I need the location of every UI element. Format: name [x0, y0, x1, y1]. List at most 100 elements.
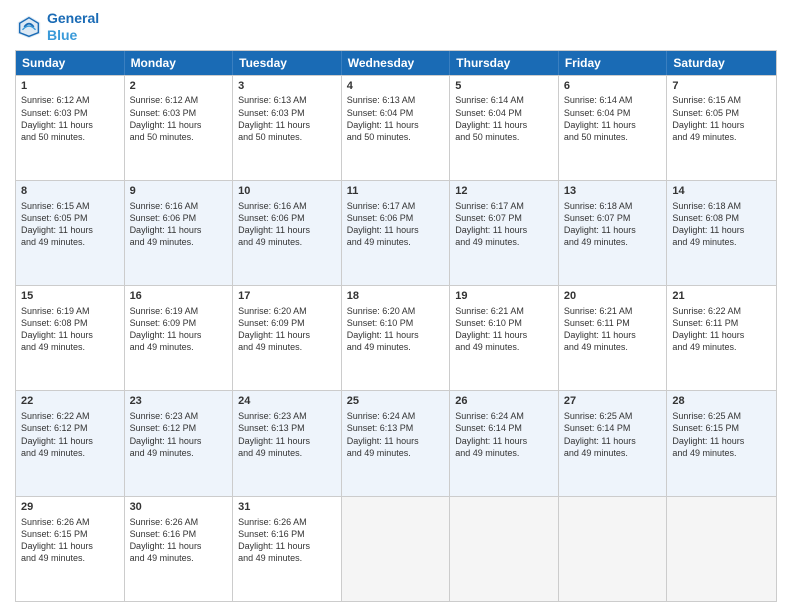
sunrise-label: Sunrise: 6:26 AM	[130, 517, 199, 527]
sunset-label: Sunset: 6:06 PM	[238, 213, 305, 223]
daylight-label: Daylight: 11 hours	[672, 330, 744, 340]
calendar-day-cell: 27Sunrise: 6:25 AMSunset: 6:14 PMDayligh…	[559, 391, 668, 495]
day-number: 5	[455, 79, 553, 94]
daylight-label: Daylight: 11 hours	[130, 120, 202, 130]
logo-icon	[15, 13, 43, 41]
daylight-label: Daylight: 11 hours	[347, 436, 419, 446]
day-number: 9	[130, 184, 228, 199]
sunrise-label: Sunrise: 6:22 AM	[672, 306, 741, 316]
calendar-day-cell: 6Sunrise: 6:14 AMSunset: 6:04 PMDaylight…	[559, 76, 668, 180]
calendar-day-cell: 3Sunrise: 6:13 AMSunset: 6:03 PMDaylight…	[233, 76, 342, 180]
sunrise-label: Sunrise: 6:25 AM	[672, 411, 741, 421]
sunrise-label: Sunrise: 6:16 AM	[130, 201, 199, 211]
page-header: GeneralBlue	[15, 10, 777, 44]
sunset-label: Sunset: 6:07 PM	[455, 213, 522, 223]
daylight-minutes: and 49 minutes.	[672, 342, 736, 352]
daylight-label: Daylight: 11 hours	[238, 120, 310, 130]
daylight-label: Daylight: 11 hours	[347, 225, 419, 235]
daylight-minutes: and 49 minutes.	[21, 448, 85, 458]
daylight-minutes: and 49 minutes.	[455, 237, 519, 247]
calendar-day-cell: 9 Sunrise: 6:16 AM Sunset: 6:06 PM Daylight…	[125, 181, 234, 285]
daylight-minutes: and 49 minutes.	[347, 237, 411, 247]
empty-cell	[667, 497, 776, 601]
calendar-week-row: 8Sunrise: 6:15 AMSunset: 6:05 PMDaylight…	[16, 180, 776, 285]
day-number: 8	[21, 184, 119, 199]
daylight-minutes: and 50 minutes.	[347, 132, 411, 142]
sunset-label: Sunset: 6:06 PM	[347, 213, 414, 223]
calendar-week-row: 22Sunrise: 6:22 AMSunset: 6:12 PMDayligh…	[16, 390, 776, 495]
day-number: 2	[130, 79, 228, 94]
calendar-day-cell: 5Sunrise: 6:14 AMSunset: 6:04 PMDaylight…	[450, 76, 559, 180]
sunrise-label: Sunrise: 6:26 AM	[238, 517, 307, 527]
sunset-label: Sunset: 6:06 PM	[130, 213, 197, 223]
day-number: 22	[21, 394, 119, 409]
day-of-week-header: Saturday	[667, 51, 776, 75]
daylight-label: Daylight: 11 hours	[564, 225, 636, 235]
daylight-label: Daylight: 11 hours	[455, 436, 527, 446]
day-number: 29	[21, 500, 119, 515]
sunset-label: Sunset: 6:04 PM	[564, 108, 631, 118]
calendar-day-cell: 10Sunrise: 6:16 AMSunset: 6:06 PMDayligh…	[233, 181, 342, 285]
day-number: 3	[238, 79, 336, 94]
sunrise-label: Sunrise: 6:25 AM	[564, 411, 633, 421]
daylight-minutes: and 49 minutes.	[347, 342, 411, 352]
day-of-week-header: Wednesday	[342, 51, 451, 75]
day-number: 16	[130, 289, 228, 304]
calendar-body: 1Sunrise: 6:12 AMSunset: 6:03 PMDaylight…	[16, 75, 776, 601]
daylight-label: Daylight: 11 hours	[455, 120, 527, 130]
daylight-label: Daylight: 11 hours	[130, 330, 202, 340]
calendar-day-cell: 14Sunrise: 6:18 AMSunset: 6:08 PMDayligh…	[667, 181, 776, 285]
sunset-label: Sunset: 6:05 PM	[672, 108, 739, 118]
sunset-label: Sunset: 6:15 PM	[672, 423, 739, 433]
daylight-label: Daylight: 11 hours	[347, 120, 419, 130]
day-number: 19	[455, 289, 553, 304]
daylight-minutes: and 50 minutes.	[455, 132, 519, 142]
daylight-minutes: and 49 minutes.	[455, 342, 519, 352]
sunset-label: Sunset: 6:08 PM	[21, 318, 88, 328]
day-number: 13	[564, 184, 662, 199]
sunrise-label: Sunrise: 6:19 AM	[21, 306, 90, 316]
daylight-minutes: and 49 minutes.	[564, 342, 628, 352]
sunrise-label: Sunrise: 6:20 AM	[238, 306, 307, 316]
sunrise-label: Sunrise: 6:26 AM	[21, 517, 90, 527]
daylight-minutes: and 49 minutes.	[672, 448, 736, 458]
daylight-minutes: and 50 minutes.	[564, 132, 628, 142]
sunset-label: Sunset: 6:16 PM	[130, 529, 197, 539]
daylight-minutes: and 49 minutes.	[672, 132, 736, 142]
sunrise-label: Sunrise: 6:14 AM	[455, 95, 524, 105]
sunset-label: Sunset: 6:05 PM	[21, 213, 88, 223]
day-number: 12	[455, 184, 553, 199]
sunrise-label: Sunrise: 6:15 AM	[672, 95, 741, 105]
daylight-label: Daylight: 11 hours	[455, 330, 527, 340]
daylight-label: Daylight: 11 hours	[21, 436, 93, 446]
day-number: 6	[564, 79, 662, 94]
sunrise-label: Sunrise: 6:17 AM	[347, 201, 416, 211]
sunrise-label: Sunrise: 6:23 AM	[238, 411, 307, 421]
daylight-label: Daylight: 11 hours	[238, 541, 310, 551]
sunset-label: Sunset: 6:09 PM	[238, 318, 305, 328]
sunset-label: Sunset: 6:03 PM	[238, 108, 305, 118]
sunset-label: Sunset: 6:13 PM	[347, 423, 414, 433]
day-number: 17	[238, 289, 336, 304]
calendar-day-cell: 15Sunrise: 6:19 AMSunset: 6:08 PMDayligh…	[16, 286, 125, 390]
daylight-minutes: and 49 minutes.	[238, 237, 302, 247]
day-number: 18	[347, 289, 445, 304]
daylight-minutes: and 49 minutes.	[672, 237, 736, 247]
day-number: 30	[130, 500, 228, 515]
calendar-day-cell: 23Sunrise: 6:23 AMSunset: 6:12 PMDayligh…	[125, 391, 234, 495]
daylight-label: Daylight: 11 hours	[130, 225, 202, 235]
daylight-label: Daylight: 11 hours	[564, 436, 636, 446]
sunrise-label: Sunrise: 6:24 AM	[347, 411, 416, 421]
calendar-day-cell: 18Sunrise: 6:20 AMSunset: 6:10 PMDayligh…	[342, 286, 451, 390]
calendar: SundayMondayTuesdayWednesdayThursdayFrid…	[15, 50, 777, 602]
calendar-day-cell: 25Sunrise: 6:24 AMSunset: 6:13 PMDayligh…	[342, 391, 451, 495]
day-number: 10	[238, 184, 336, 199]
calendar-day-cell: 31Sunrise: 6:26 AMSunset: 6:16 PMDayligh…	[233, 497, 342, 601]
sunrise-label: Sunrise: 6:21 AM	[455, 306, 524, 316]
calendar-day-cell: 8Sunrise: 6:15 AMSunset: 6:05 PMDaylight…	[16, 181, 125, 285]
empty-cell	[342, 497, 451, 601]
day-number: 24	[238, 394, 336, 409]
calendar-day-cell: 2Sunrise: 6:12 AMSunset: 6:03 PMDaylight…	[125, 76, 234, 180]
sunset-label: Sunset: 6:14 PM	[564, 423, 631, 433]
daylight-label: Daylight: 11 hours	[672, 120, 744, 130]
